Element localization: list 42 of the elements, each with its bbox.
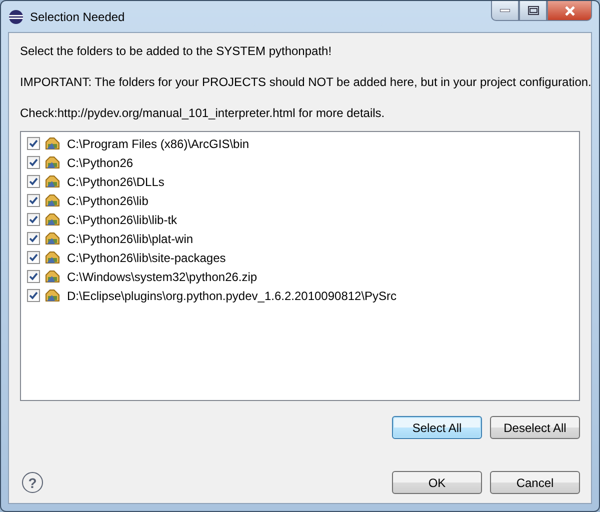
checkbox[interactable] xyxy=(27,289,40,302)
folder-icon xyxy=(45,231,60,246)
folder-icon xyxy=(45,250,60,265)
close-button[interactable] xyxy=(547,1,592,21)
checkbox[interactable] xyxy=(27,137,40,150)
message-text: IMPORTANT: The folders for your PROJECTS should NOT be added here, but in your project configuration. xyxy=(20,74,592,91)
folder-path: C:\Python26\lib xyxy=(67,194,148,208)
maximize-button[interactable] xyxy=(519,1,547,21)
checkbox[interactable] xyxy=(27,232,40,245)
folder-path: C:\Python26 xyxy=(67,156,134,170)
checkbox[interactable] xyxy=(27,156,40,169)
folder-path: C:\Windows\system32\python26.zip xyxy=(67,270,258,284)
folder-path: C:\Python26\lib\site-packages xyxy=(67,250,226,264)
dialog-button[interactable]: OK xyxy=(392,471,482,494)
folder-path: C:\Python26\lib\plat-win xyxy=(67,232,194,246)
folder-path: C:\Python26\DLLs xyxy=(67,174,164,188)
checkbox[interactable] xyxy=(27,175,40,188)
list-button[interactable]: Deselect All xyxy=(490,416,580,439)
message-text: Select the folders to be added to the SYSTEM pythonpath! xyxy=(20,43,332,60)
folder-path: D:\Eclipse\plugins\org.python.pydev_1.6.2.2010090812\PySrc xyxy=(67,288,397,302)
checkbox[interactable] xyxy=(27,213,40,226)
folder-icon xyxy=(45,174,60,189)
close-icon xyxy=(564,6,576,16)
folder-icon xyxy=(45,193,60,208)
folder-icon xyxy=(45,136,60,151)
folder-icon xyxy=(45,288,60,303)
message-text: Check:http://pydev.org/manual_101_interpreter.html for more details. xyxy=(20,105,385,122)
minimize-button[interactable] xyxy=(491,1,519,21)
checkbox[interactable] xyxy=(27,270,40,283)
minimize-icon xyxy=(500,9,510,12)
maximize-icon xyxy=(528,6,538,15)
help-button[interactable]: ? xyxy=(22,472,43,493)
folder-icon xyxy=(45,155,60,170)
window-title: Selection Needed xyxy=(30,10,125,24)
folder-icon xyxy=(45,212,60,227)
folder-path: C:\Program Files (x86)\ArcGIS\bin xyxy=(67,136,250,150)
checkbox[interactable] xyxy=(27,251,40,264)
folder-icon xyxy=(45,269,60,284)
list-button[interactable]: Select All xyxy=(392,416,482,439)
checkbox[interactable] xyxy=(27,194,40,207)
folder-path: C:\Python26\lib\lib-tk xyxy=(67,212,178,226)
dialog-button[interactable]: Cancel xyxy=(490,471,580,494)
